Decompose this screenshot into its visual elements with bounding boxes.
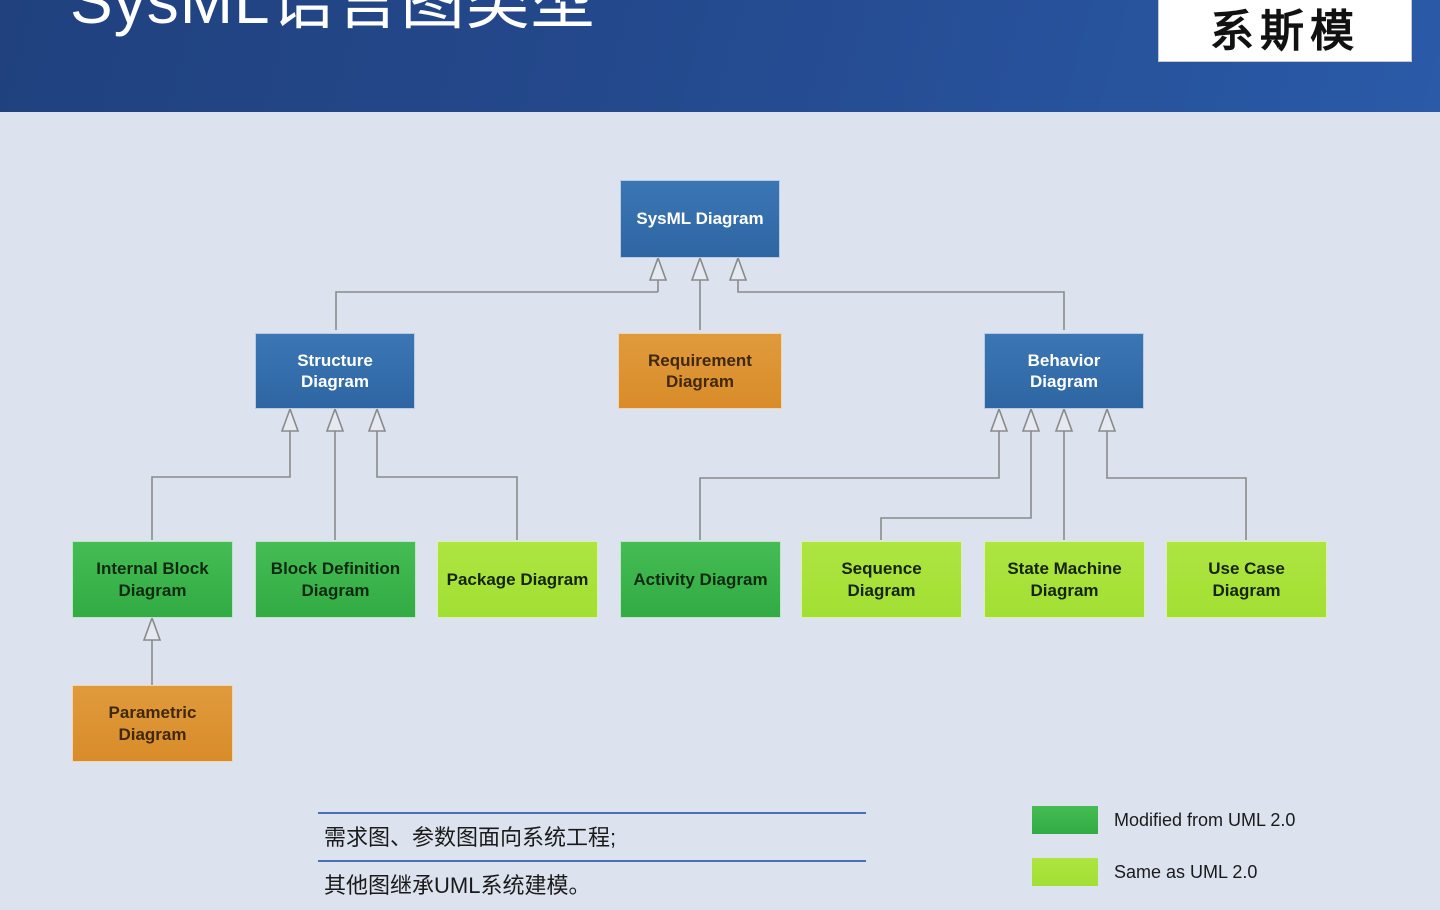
node-label: Sequence Diagram <box>841 559 922 600</box>
caption-line-2: 其他图继承UML系统建模。 <box>324 873 591 898</box>
node-label: State Machine Diagram <box>1007 559 1122 600</box>
slide-header: SysML语言图类型 系斯模 <box>0 0 1440 112</box>
legend: Modified from UML 2.0 Same as UML 2.0 <box>1032 806 1295 910</box>
node-label: Parametric Diagram <box>108 703 197 744</box>
node-label: Behavior Diagram <box>1027 350 1101 391</box>
node-label: Package Diagram <box>446 569 589 589</box>
node-label: Use Case Diagram <box>1208 559 1285 600</box>
node-requirement-diagram[interactable]: Requirement Diagram <box>618 333 782 409</box>
node-parametric-diagram[interactable]: Parametric Diagram <box>72 685 233 762</box>
node-structure-diagram[interactable]: Structure Diagram <box>255 333 415 409</box>
node-sequence-diagram[interactable]: Sequence Diagram <box>801 541 962 618</box>
node-package-diagram[interactable]: Package Diagram <box>437 541 598 618</box>
node-use-case-diagram[interactable]: Use Case Diagram <box>1166 541 1327 618</box>
node-label: Activity Diagram <box>633 569 768 589</box>
legend-swatch-green-icon <box>1032 806 1098 834</box>
node-internal-block-diagram[interactable]: Internal Block Diagram <box>72 541 233 618</box>
header-badge: 系斯模 <box>1158 0 1412 62</box>
node-label: Block Definition Diagram <box>270 559 401 600</box>
node-label: SysML Diagram <box>636 209 764 229</box>
node-state-machine-diagram[interactable]: State Machine Diagram <box>984 541 1145 618</box>
node-label: Internal Block Diagram <box>96 559 209 600</box>
node-behavior-diagram[interactable]: Behavior Diagram <box>984 333 1144 409</box>
diagram-canvas: SysML Diagram Structure Diagram Requirem… <box>0 112 1440 900</box>
legend-item-same: Same as UML 2.0 <box>1032 858 1295 886</box>
page-title: SysML语言图类型 <box>70 0 596 37</box>
header-badge-label: 系斯模 <box>1210 7 1360 56</box>
caption-block: 需求图、参数图面向系统工程; 其他图继承UML系统建模。 <box>318 812 866 908</box>
node-label: Requirement Diagram <box>648 350 752 391</box>
node-sysml-diagram[interactable]: SysML Diagram <box>620 180 780 258</box>
legend-label: Modified from UML 2.0 <box>1114 809 1296 830</box>
legend-item-modified: Modified from UML 2.0 <box>1032 806 1295 834</box>
node-activity-diagram[interactable]: Activity Diagram <box>620 541 781 618</box>
node-label: Structure Diagram <box>297 350 373 391</box>
legend-swatch-lime-icon <box>1032 858 1098 886</box>
caption-line-1: 需求图、参数图面向系统工程; <box>324 825 617 850</box>
node-block-definition-diagram[interactable]: Block Definition Diagram <box>255 541 416 618</box>
legend-label: Same as UML 2.0 <box>1114 861 1258 882</box>
